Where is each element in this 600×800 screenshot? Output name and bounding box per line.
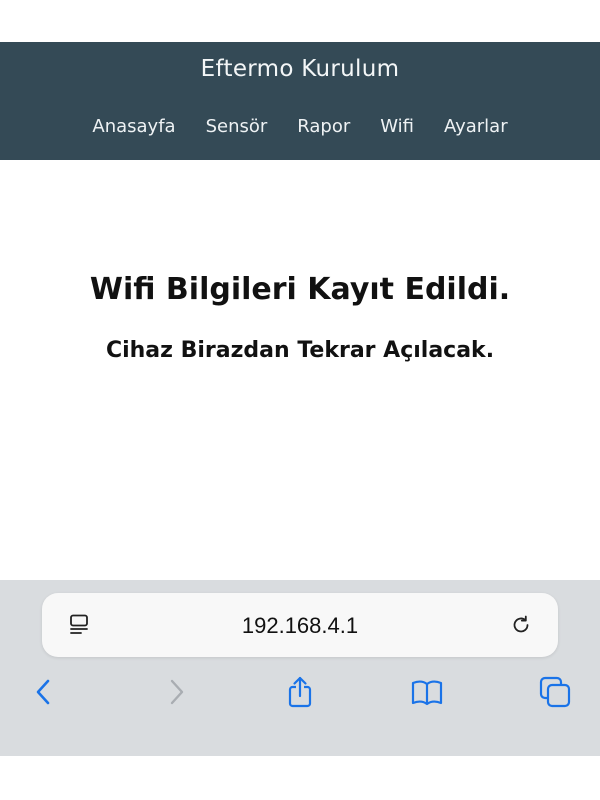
nav-item-anasayfa[interactable]: Anasayfa bbox=[92, 116, 175, 137]
nav-item-ayarlar[interactable]: Ayarlar bbox=[444, 116, 508, 137]
site-header: Eftermo Kurulum Anasayfa Sensör Rapor Wi… bbox=[0, 42, 600, 160]
nav-item-sensor[interactable]: Sensör bbox=[206, 116, 268, 137]
nav-item-wifi[interactable]: Wifi bbox=[380, 116, 414, 137]
bookmarks-book-icon[interactable] bbox=[410, 675, 444, 709]
success-subtitle: Cihaz Birazdan Tekrar Açılacak. bbox=[105, 338, 495, 363]
chevron-right-icon[interactable] bbox=[159, 675, 193, 709]
share-icon[interactable] bbox=[283, 675, 317, 709]
chevron-left-icon[interactable] bbox=[27, 675, 61, 709]
main-content: Wifi Bilgileri Kayıt Edildi. Cihaz Biraz… bbox=[0, 160, 600, 580]
tabs-icon[interactable] bbox=[538, 675, 572, 709]
success-title: Wifi Bilgileri Kayıt Edildi. bbox=[89, 272, 511, 307]
reload-icon[interactable] bbox=[509, 613, 533, 637]
nav-bar: Anasayfa Sensör Rapor Wifi Ayarlar bbox=[0, 116, 600, 137]
bottom-safe-area bbox=[0, 756, 600, 800]
app-title: Eftermo Kurulum bbox=[200, 56, 400, 82]
url-text[interactable]: 192.168.4.1 bbox=[42, 613, 558, 639]
browser-toolbar bbox=[0, 675, 600, 715]
top-gap bbox=[0, 0, 600, 42]
page: Eftermo Kurulum Anasayfa Sensör Rapor Wi… bbox=[0, 0, 600, 800]
nav-item-rapor[interactable]: Rapor bbox=[297, 116, 350, 137]
address-bar[interactable]: 192.168.4.1 bbox=[42, 593, 558, 657]
browser-bottom-bar: 192.168.4.1 bbox=[0, 580, 600, 756]
